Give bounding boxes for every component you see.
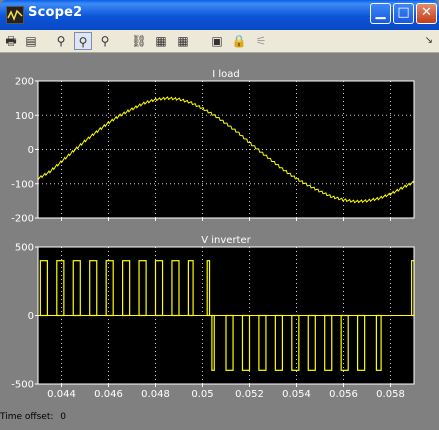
y-tick-label: -100	[11, 179, 34, 190]
y-tick-label: 0	[28, 145, 34, 156]
restore-axes-icon: ▦	[177, 34, 189, 48]
x-tick-label: 0.05	[191, 389, 213, 400]
time-offset-value: 0	[60, 412, 66, 422]
maximize-button[interactable]: □	[393, 3, 414, 24]
toolbar-overflow-icon[interactable]: ↘	[425, 35, 433, 46]
save-axes-button[interactable]: ▦	[152, 32, 170, 50]
lock-button[interactable]: 🔒	[230, 32, 248, 50]
close-button[interactable]: ✕	[416, 3, 437, 24]
autoscale-icon: ⛓	[131, 34, 147, 48]
print-icon: 🖶	[5, 34, 17, 48]
axes-v-inverter[interactable]: V inverter -500 0 500 0.044 0.046 0.048 0.05 0.0…	[11, 235, 415, 400]
minimize-icon: ▁	[375, 5, 386, 20]
parameters-button[interactable]: ▤	[22, 32, 40, 50]
axes-title: V inverter	[201, 235, 251, 246]
signal-selection-button[interactable]: ⚟	[252, 32, 270, 50]
signal-selection-icon: ⚟	[255, 34, 267, 48]
x-tick-label: 0.052	[235, 389, 264, 400]
title-bar[interactable]: Scope2 ▁ □ ✕	[0, 0, 439, 30]
minimize-button[interactable]: ▁	[370, 3, 391, 24]
floating-scope-icon: ▣	[211, 34, 223, 48]
x-tick-label: 0.058	[376, 389, 405, 400]
zoom-x-icon: ⚲	[78, 35, 88, 49]
x-tick-label: 0.046	[94, 389, 123, 400]
axes-i-load[interactable]: I load -200 -100 0 100 200	[11, 69, 415, 225]
maximize-icon: □	[397, 5, 410, 20]
floating-scope-button[interactable]: ▣	[208, 32, 226, 50]
axes-title: I load	[212, 69, 240, 80]
zoom-button[interactable]: ⚲	[52, 32, 70, 50]
zoom-y-icon: ⚲	[100, 34, 110, 48]
x-tick-label: 0.056	[329, 389, 358, 400]
time-offset-status: Time offset: 0	[0, 412, 66, 422]
autoscale-button[interactable]: ⛓	[130, 32, 148, 50]
parameters-icon: ▤	[25, 34, 37, 48]
save-axes-icon: ▦	[155, 34, 167, 48]
y-tick-label: 200	[15, 77, 34, 88]
y-tick-label: 0	[28, 311, 34, 322]
y-tick-label: -200	[11, 214, 34, 225]
scope-plot-area: I load -200 -100 0 100 200 V inverter -500 0 500…	[11, 69, 415, 400]
close-icon: ✕	[421, 5, 432, 20]
x-tick-label: 0.044	[47, 389, 76, 400]
print-button[interactable]: 🖶	[2, 32, 20, 50]
lock-icon: 🔒	[231, 34, 247, 48]
scope-app-icon	[6, 6, 24, 24]
x-tick-label: 0.048	[141, 389, 170, 400]
zoom-icon: ⚲	[56, 34, 66, 48]
y-tick-label: 100	[15, 111, 34, 122]
window-title: Scope2	[28, 5, 83, 20]
zoom-y-button[interactable]: ⚲	[96, 32, 114, 50]
time-offset-label: Time offset:	[0, 412, 54, 422]
y-tick-label: -500	[11, 380, 34, 391]
restore-axes-button[interactable]: ▦	[174, 32, 192, 50]
y-tick-label: 500	[15, 243, 34, 254]
toolbar: 🖶 ▤ ⚲ ⚲ ⚲ ⛓ ▦ ▦ ▣ 🔒 ⚟ ↘	[0, 30, 439, 53]
zoom-x-button[interactable]: ⚲	[74, 32, 92, 50]
x-tick-label: 0.054	[282, 389, 311, 400]
